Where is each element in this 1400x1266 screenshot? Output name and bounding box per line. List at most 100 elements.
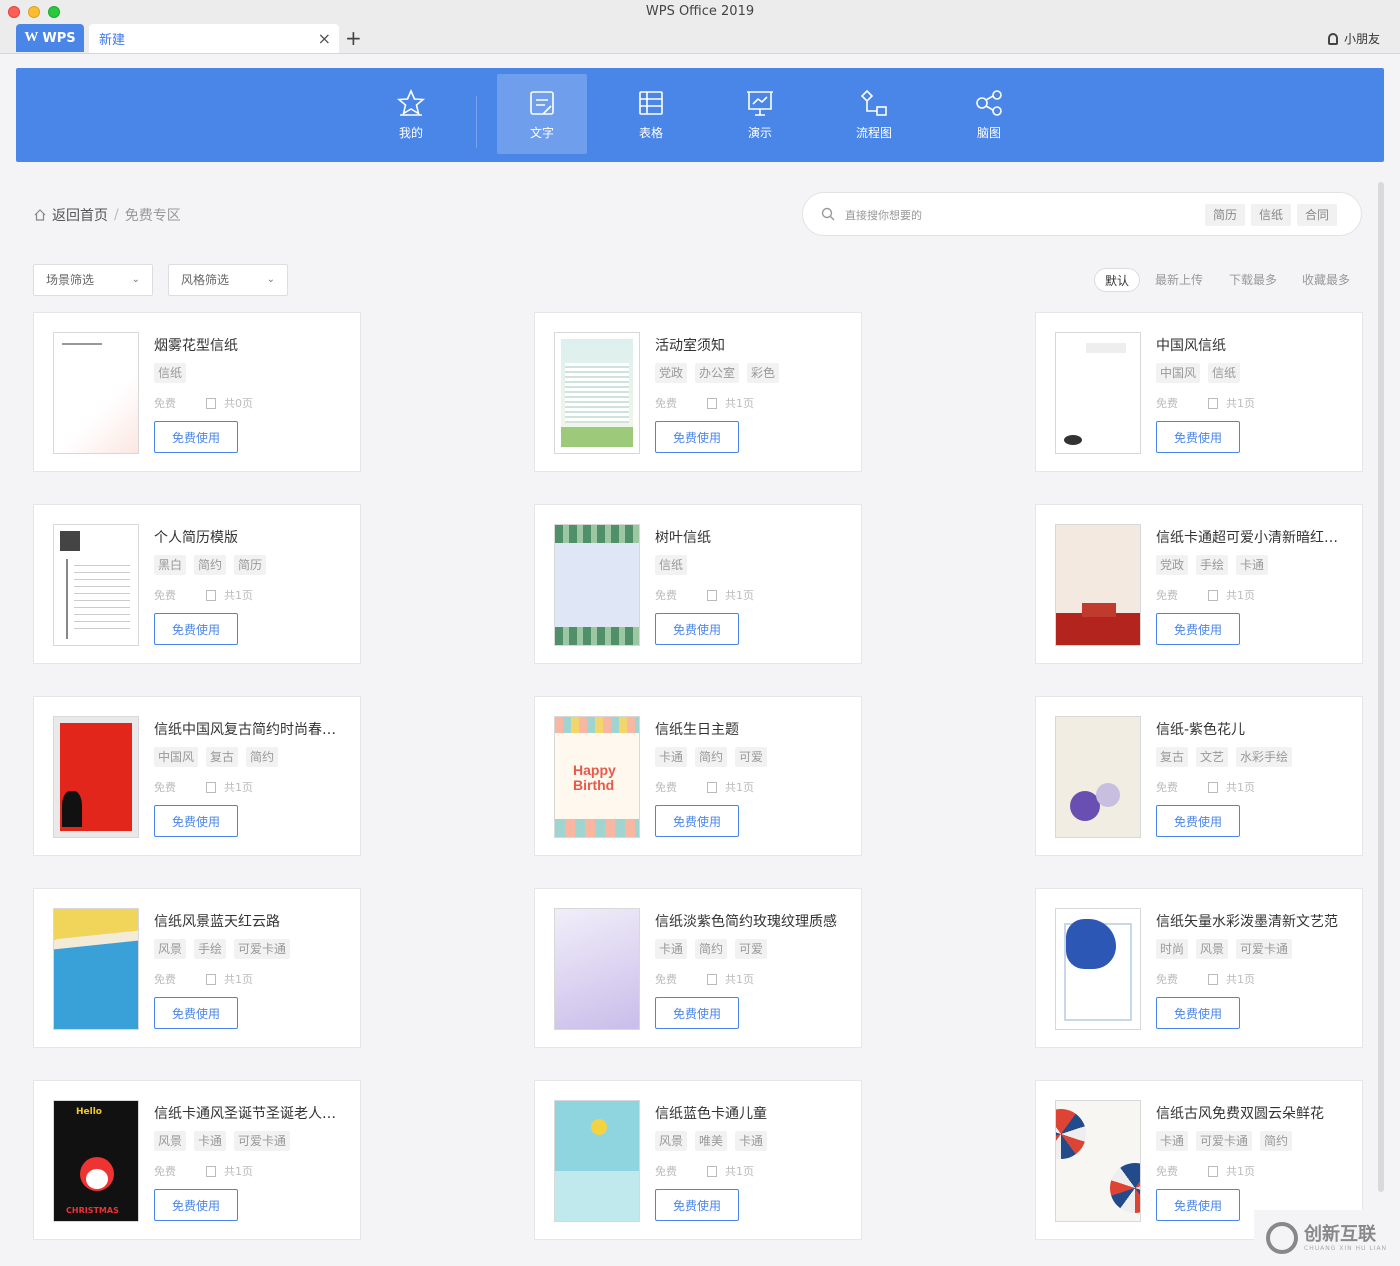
template-card[interactable]: 活动室须知 党政 办公室 彩色 免费 共1页 免费使用 [534,312,862,472]
scrollbar[interactable] [1378,182,1384,1192]
use-free-button[interactable]: 免费使用 [655,613,739,645]
template-thumbnail[interactable] [554,332,640,454]
scene-filter-label: 场景筛选 [46,273,95,287]
card-title[interactable]: 信纸-紫色花儿 [1156,719,1346,739]
search-box[interactable]: 直接搜你想要的 简历 信纸 合同 [802,192,1362,236]
chevron-down-icon: ⌄ [131,274,140,285]
card-title[interactable]: 树叶信纸 [655,527,845,547]
card-tags: 风景 手绘 可爱卡通 [154,939,291,959]
presentation-icon [747,91,773,116]
card-title[interactable]: 信纸蓝色卡通儿童 [655,1103,845,1123]
search-tag[interactable]: 信纸 [1251,204,1292,226]
sort-most-favorited[interactable]: 收藏最多 [1302,268,1350,292]
card-title[interactable]: 信纸卡通超可爱小清新暗红… [1156,527,1346,547]
use-free-button[interactable]: 免费使用 [154,997,238,1029]
template-thumbnail[interactable]: Happy Birthd [554,716,640,838]
card-title[interactable]: 烟雾花型信纸 [154,335,344,355]
use-free-button[interactable]: 免费使用 [1156,421,1240,453]
template-card[interactable]: 个人简历模版 黑白 简约 简历 免费 共1页 免费使用 [33,504,361,664]
card-title[interactable]: 个人简历模版 [154,527,344,547]
use-free-button[interactable]: 免费使用 [154,805,238,837]
card-pages: 共1页 [1208,395,1255,411]
template-thumbnail[interactable] [554,1100,640,1222]
template-card[interactable]: 信纸中国风复古简约时尚春… 中国风 复古 简约 免费 共1页 免费使用 [33,696,361,856]
tab-wps-home[interactable]: W WPS [16,24,84,52]
template-card[interactable]: 信纸蓝色卡通儿童 风景 唯美 卡通 免费 共1页 免费使用 [534,1080,862,1240]
style-filter-dropdown[interactable]: 风格筛选 ⌄ [168,264,288,296]
card-page-count: 共1页 [725,781,754,794]
use-free-button[interactable]: 免费使用 [655,805,739,837]
template-card[interactable]: 树叶信纸 信纸 免费 共1页 免费使用 [534,504,862,664]
sort-most-downloaded[interactable]: 下载最多 [1229,268,1277,292]
template-card[interactable]: Happy Birthd 信纸生日主题 卡通 简约 可爱 免费 共1页 免费使用 [534,696,862,856]
search-input[interactable]: 直接搜你想要的 [845,207,922,223]
template-thumbnail[interactable] [1055,908,1141,1030]
use-free-button[interactable]: 免费使用 [154,421,238,453]
card-tag: 唯美 [695,1131,728,1151]
template-thumbnail[interactable] [53,524,139,646]
add-tab-button[interactable]: + [345,26,362,50]
template-thumbnail[interactable] [53,332,139,454]
template-card[interactable]: Hello CHRISTMAS 信纸卡通风圣诞节圣诞老人… 风景 卡通 可爱卡通 免费… [33,1080,361,1240]
use-free-button[interactable]: 免费使用 [1156,997,1240,1029]
card-tag: 卡通 [655,939,688,959]
use-free-button[interactable]: 免费使用 [1156,613,1240,645]
scene-filter-dropdown[interactable]: 场景筛选 ⌄ [33,264,153,296]
template-thumbnail[interactable] [554,524,640,646]
back-home-link[interactable]: 返回首页 [52,205,108,225]
template-card[interactable]: 信纸淡紫色简约玫瑰纹理质感 卡通 简约 可爱 免费 共1页 免费使用 [534,888,862,1048]
use-free-button[interactable]: 免费使用 [1156,805,1240,837]
tab-new[interactable]: 新建 × [89,24,339,53]
template-thumbnail[interactable] [1055,524,1141,646]
template-thumbnail[interactable]: Hello CHRISTMAS [53,1100,139,1222]
nav-item-label: 演示 [747,126,772,140]
nav-item-mindmap[interactable]: 脑图 [944,74,1034,154]
search-tag[interactable]: 合同 [1297,204,1338,226]
template-card[interactable]: 信纸矢量水彩泼墨清新文艺范 时尚 风景 可爱卡通 免费 共1页 免费使用 [1035,888,1363,1048]
template-thumbnail[interactable] [1055,1100,1141,1222]
card-title[interactable]: 信纸中国风复古简约时尚春… [154,719,344,739]
template-card[interactable]: 烟雾花型信纸 信纸 免费 共0页 免费使用 [33,312,361,472]
sort-default[interactable]: 默认 [1094,268,1141,292]
card-title[interactable]: 信纸淡紫色简约玫瑰纹理质感 [655,911,845,931]
user-account[interactable]: 小朋友 [1327,30,1380,47]
card-pages: 共1页 [1208,971,1255,987]
card-page-count: 共1页 [1226,1165,1255,1178]
nav-item-sheet[interactable]: 表格 [606,74,696,154]
template-thumbnail[interactable] [1055,332,1141,454]
card-title[interactable]: 信纸生日主题 [655,719,845,739]
nav-item-text[interactable]: 文字 [497,74,587,154]
use-free-button[interactable]: 免费使用 [154,1189,238,1221]
nav-item-presentation[interactable]: 演示 [715,74,805,154]
template-card[interactable]: 中国风信纸 中国风 信纸 免费 共1页 免费使用 [1035,312,1363,472]
use-free-button[interactable]: 免费使用 [154,613,238,645]
template-thumbnail[interactable] [53,908,139,1030]
template-thumbnail[interactable] [554,908,640,1030]
card-title[interactable]: 信纸古风免费双圆云朵鲜花 [1156,1103,1346,1123]
use-free-button[interactable]: 免费使用 [655,997,739,1029]
card-meta: 免费 共0页 [154,395,253,411]
search-tag[interactable]: 简历 [1205,204,1246,226]
card-meta: 免费 共1页 [655,395,754,411]
card-price: 免费 [154,781,176,794]
card-title[interactable]: 信纸矢量水彩泼墨清新文艺范 [1156,911,1346,931]
close-tab-icon[interactable]: × [318,29,331,48]
card-title[interactable]: 信纸卡通风圣诞节圣诞老人… [154,1103,344,1123]
card-title[interactable]: 活动室须知 [655,335,845,355]
sort-newest[interactable]: 最新上传 [1155,268,1203,292]
brand-logo-icon [1266,1222,1298,1254]
card-tag: 中国风 [1156,363,1201,383]
nav-item-flowchart[interactable]: 流程图 [829,74,919,154]
nav-item-mine[interactable]: 我的 [366,74,456,154]
template-card[interactable]: 信纸卡通超可爱小清新暗红… 党政 手绘 卡通 免费 共1页 免费使用 [1035,504,1363,664]
use-free-button[interactable]: 免费使用 [655,1189,739,1221]
template-card[interactable]: 信纸风景蓝天红云路 风景 手绘 可爱卡通 免费 共1页 免费使用 [33,888,361,1048]
template-thumbnail[interactable] [53,716,139,838]
template-card[interactable]: 信纸-紫色花儿 复古 文艺 水彩手绘 免费 共1页 免费使用 [1035,696,1363,856]
card-price: 免费 [655,781,677,794]
card-title[interactable]: 信纸风景蓝天红云路 [154,911,344,931]
template-thumbnail[interactable] [1055,716,1141,838]
card-title[interactable]: 中国风信纸 [1156,335,1346,355]
use-free-button[interactable]: 免费使用 [655,421,739,453]
use-free-button[interactable]: 免费使用 [1156,1189,1240,1221]
